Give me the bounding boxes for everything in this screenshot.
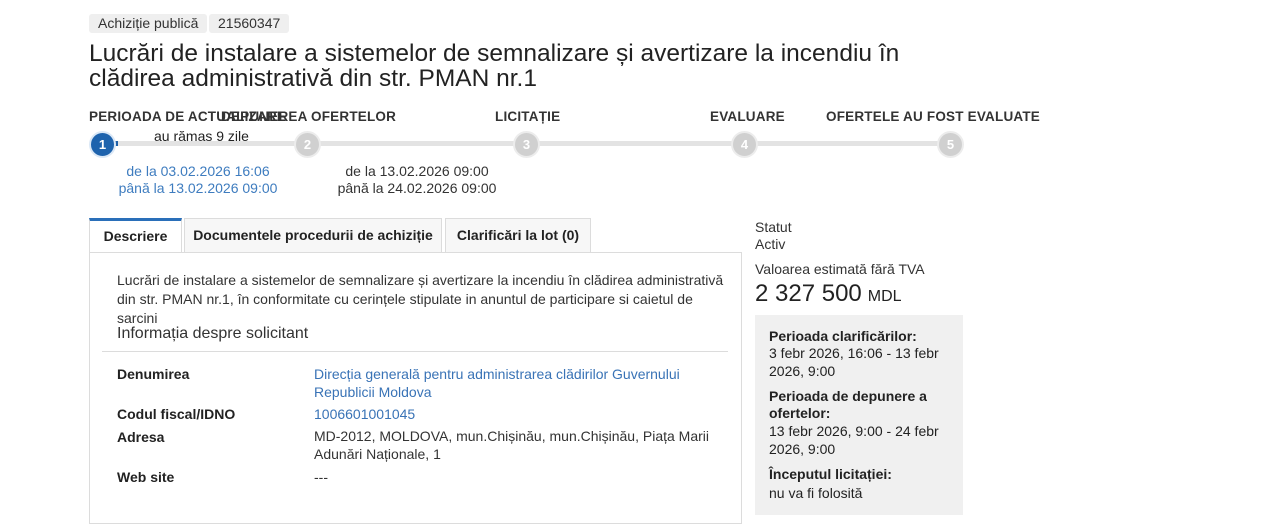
estimated-amount: 2 327 500 xyxy=(755,280,862,307)
key-dates-box: Perioada clarificărilor: 3 febr 2026, 16… xyxy=(755,315,963,515)
status-label: Statut xyxy=(755,219,792,235)
step-2-marker: 2 xyxy=(294,131,321,158)
submission-period: de la 13.02.2026 09:00 până la 24.02.202… xyxy=(331,163,503,197)
submission-period-heading: Perioada de depunere a ofertelor: xyxy=(769,388,927,421)
procurement-type-tag: Achiziție publică xyxy=(89,14,208,33)
tab-description[interactable]: Descriere xyxy=(89,218,182,253)
website-value: --- xyxy=(314,469,328,485)
step-3-marker: 3 xyxy=(513,131,540,158)
stage-label-auction: LICITAȚIE xyxy=(495,109,561,124)
status-badge: Activ xyxy=(755,236,786,252)
update-period: de la 03.02.2026 16:06 până la 13.02.202… xyxy=(112,163,284,197)
requester-name-label: Denumirea xyxy=(117,366,190,382)
update-period-to: până la 13.02.2026 09:00 xyxy=(118,180,278,196)
submission-period-dates: 13 febr 2026, 9:00 - 24 febr 2026, 9:00 xyxy=(769,423,939,457)
tab-procurement-documents[interactable]: Documentele procedurii de achiziție xyxy=(184,218,442,252)
estimated-value-label: Valoarea estimată fără TVA xyxy=(755,261,925,277)
submission-period-to: până la 24.02.2026 09:00 xyxy=(337,180,497,196)
stage-label-evaluated: OFERTELE AU FOST EVALUATE xyxy=(826,109,1040,124)
description-panel: Lucrări de instalare a sistemelor de sem… xyxy=(89,252,742,524)
requester-section-title: Informația despre solicitant xyxy=(117,325,309,342)
clarification-period-heading: Perioada clarificărilor: xyxy=(769,328,917,344)
stage-label-evaluation: EVALUARE xyxy=(710,109,785,124)
submission-period-from: de la 13.02.2026 09:00 xyxy=(345,163,489,179)
requester-name-link[interactable]: Direcția generală pentru administrarea c… xyxy=(314,365,729,401)
section-divider xyxy=(102,351,728,352)
update-period-from: de la 03.02.2026 16:06 xyxy=(126,163,270,179)
stage-label-submission: DEPUNEREA OFERTELOR xyxy=(221,109,397,124)
estimated-value: 2 327 500 MDL xyxy=(755,280,902,308)
auction-start-value: nu va fi folosită xyxy=(769,485,863,501)
currency: MDL xyxy=(867,288,902,305)
auction-start-heading: Începutul licitației: xyxy=(769,466,892,482)
page-title: Lucrări de instalare a sistemelor de sem… xyxy=(89,40,900,92)
clarification-period-dates: 3 febr 2026, 16:06 - 13 febr 2026, 9:00 xyxy=(769,345,939,379)
address-label: Adresa xyxy=(117,429,165,445)
step-1-marker: 1 xyxy=(89,131,116,158)
fiscal-code-link[interactable]: 1006601001045 xyxy=(314,405,729,423)
step-5-marker: 5 xyxy=(937,131,964,158)
tender-description: Lucrări de instalare a sistemelor de sem… xyxy=(117,272,724,326)
fiscal-code-label: Codul fiscal/IDNO xyxy=(117,406,236,422)
tender-id-tag: 21560347 xyxy=(209,14,290,33)
step-4-marker: 4 xyxy=(731,131,758,158)
website-label: Web site xyxy=(117,469,175,485)
tab-lot-clarifications[interactable]: Clarificări la lot (0) xyxy=(445,218,591,252)
address-value: MD-2012, MOLDOVA, mun.Chișinău, mun.Chiș… xyxy=(314,428,710,462)
